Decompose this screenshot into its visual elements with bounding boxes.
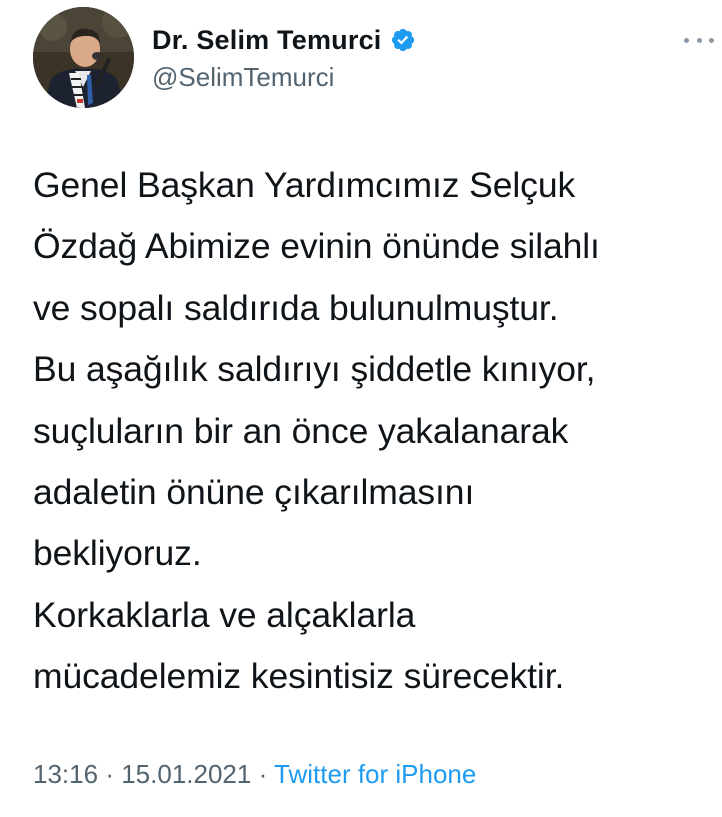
tweet-text-line: mücadelemiz kesintisiz sürecektir. [33, 656, 565, 697]
tweet-text-line: suçluların bir an önce yakalanarak [33, 410, 569, 451]
tweet-text-line: ve sopalı saldırıda bulunulmuştur. [33, 287, 559, 328]
tweet-source-link[interactable]: Twitter for iPhone [274, 759, 476, 789]
author-name-row[interactable]: Dr. Selim Temurci [152, 23, 416, 57]
meta-separator: · [105, 759, 114, 789]
avatar-photo-icon [33, 7, 134, 108]
meta-separator: · [258, 759, 268, 789]
tweet-text-line: Genel Başkan Yardımcımız Selçuk [33, 165, 576, 205]
tweet-card: Dr. Selim Temurci @SelimTemurci Genel Ba… [0, 0, 722, 817]
tweet-text-line: adaletin önüne çıkarılmasını [33, 472, 475, 513]
tweet-text-line: Korkaklarla ve alçaklarla [33, 594, 416, 635]
author-avatar[interactable] [33, 7, 134, 108]
tweet-text-line: Özdağ Abimize evinin önünde silahlı [33, 226, 600, 267]
more-dot [684, 37, 689, 43]
tweet-text-line: Bu aşağılık saldırıyı şiddetle kınıyor, [33, 349, 596, 390]
verified-badge-icon [391, 28, 414, 52]
more-horizontal-icon[interactable] [684, 34, 714, 46]
tweet-text-line: bekliyoruz. [33, 533, 202, 574]
author-handle[interactable]: @SelimTemurci [152, 62, 334, 93]
author-display-name[interactable]: Dr. Selim Temurci [152, 25, 382, 56]
tweet-text: Genel Başkan Yardımcımız Selçuk Özdağ Ab… [33, 155, 713, 708]
tweet-date[interactable]: 15.01.2021 [121, 759, 251, 789]
more-dot [709, 37, 714, 43]
more-dot [696, 37, 702, 43]
tweet-metadata: 13:16 · 15.01.2021 · Twitter for iPhone [33, 759, 476, 790]
tweet-time[interactable]: 13:16 [33, 759, 98, 789]
